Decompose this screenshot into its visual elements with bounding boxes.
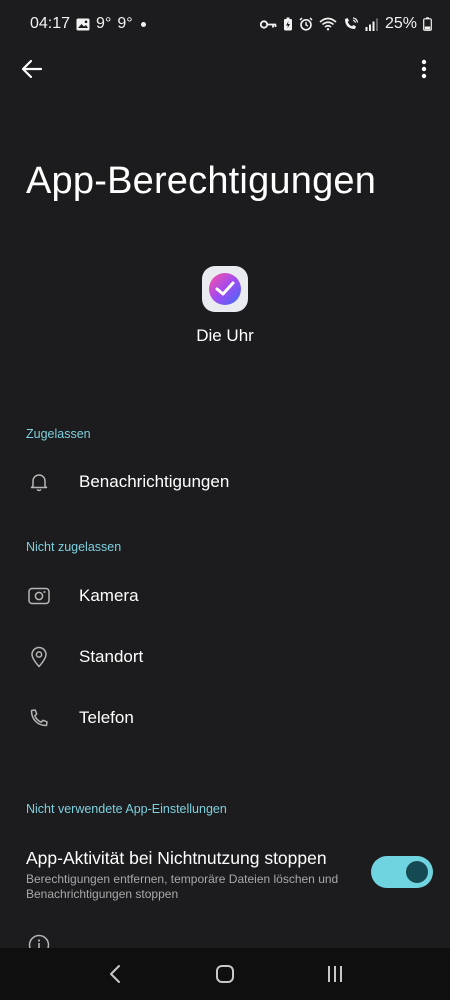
screen: 04:17 9° 9° 25% App-Berechtigungen Die U… bbox=[0, 0, 450, 1000]
back-button[interactable] bbox=[16, 54, 48, 84]
system-navigation-bar bbox=[0, 948, 450, 1000]
alarm-icon bbox=[299, 17, 313, 31]
arrow-left-icon bbox=[21, 59, 43, 79]
status-time: 04:17 bbox=[30, 15, 71, 32]
status-temp-2: 9° bbox=[117, 15, 133, 32]
gallery-icon bbox=[76, 18, 90, 31]
permission-row-notifications[interactable]: Benachrichtigungen bbox=[0, 454, 450, 510]
permission-row-camera[interactable]: Kamera bbox=[0, 568, 450, 624]
toggle-knob bbox=[406, 861, 428, 883]
pause-app-activity-description: Berechtigungen entfernen, temporäre Date… bbox=[26, 872, 339, 901]
vpn-key-icon bbox=[259, 19, 277, 30]
permission-label: Benachrichtigungen bbox=[79, 472, 230, 491]
chevron-left-icon bbox=[110, 965, 120, 983]
pause-app-activity-toggle[interactable] bbox=[371, 856, 433, 888]
location-pin-icon bbox=[28, 646, 50, 668]
permission-label: Telefon bbox=[79, 708, 134, 727]
battery-percent: 25% bbox=[384, 15, 417, 32]
more-vert-icon bbox=[421, 59, 427, 79]
pause-app-activity-row[interactable]: App-Aktivität bei Nichtnutzung stoppen B… bbox=[0, 840, 450, 910]
notification-dot-icon bbox=[140, 21, 146, 27]
battery-saver-icon bbox=[283, 17, 293, 31]
permission-label: Standort bbox=[79, 647, 144, 666]
permission-row-phone[interactable]: Telefon bbox=[0, 690, 450, 746]
nav-back-button[interactable] bbox=[95, 954, 135, 994]
section-header-unused-settings: Nicht verwendete App-Einstellungen bbox=[26, 802, 227, 816]
top-app-bar bbox=[0, 48, 450, 88]
status-temp-1: 9° bbox=[96, 15, 112, 32]
home-icon bbox=[216, 965, 234, 983]
recents-icon bbox=[328, 966, 342, 982]
section-header-not-allowed: Nicht zugelassen bbox=[26, 540, 122, 554]
battery-icon bbox=[423, 17, 432, 31]
app-name: Die Uhr bbox=[196, 326, 254, 345]
permission-label: Kamera bbox=[79, 586, 139, 605]
clock-app-icon bbox=[201, 265, 249, 313]
nav-recents-button[interactable] bbox=[315, 954, 355, 994]
phone-icon bbox=[28, 707, 50, 729]
status-bar: 04:17 9° 9° 25% bbox=[0, 0, 450, 48]
permission-row-location[interactable]: Standort bbox=[0, 629, 450, 685]
camera-icon bbox=[28, 585, 50, 607]
pause-app-activity-title: App-Aktivität bei Nichtnutzung stoppen bbox=[26, 848, 327, 868]
wifi-calling-icon bbox=[319, 17, 337, 31]
status-right: 25% bbox=[259, 15, 432, 33]
more-options-button[interactable] bbox=[410, 54, 438, 84]
page-title: App-Berechtigungen bbox=[26, 160, 377, 202]
info-icon bbox=[28, 934, 50, 948]
section-header-allowed: Zugelassen bbox=[26, 427, 91, 441]
bell-icon bbox=[28, 471, 50, 493]
status-left: 04:17 9° 9° bbox=[30, 15, 146, 33]
signal-icon bbox=[365, 18, 379, 31]
volte-call-icon bbox=[343, 17, 359, 31]
nav-home-button[interactable] bbox=[205, 954, 245, 994]
